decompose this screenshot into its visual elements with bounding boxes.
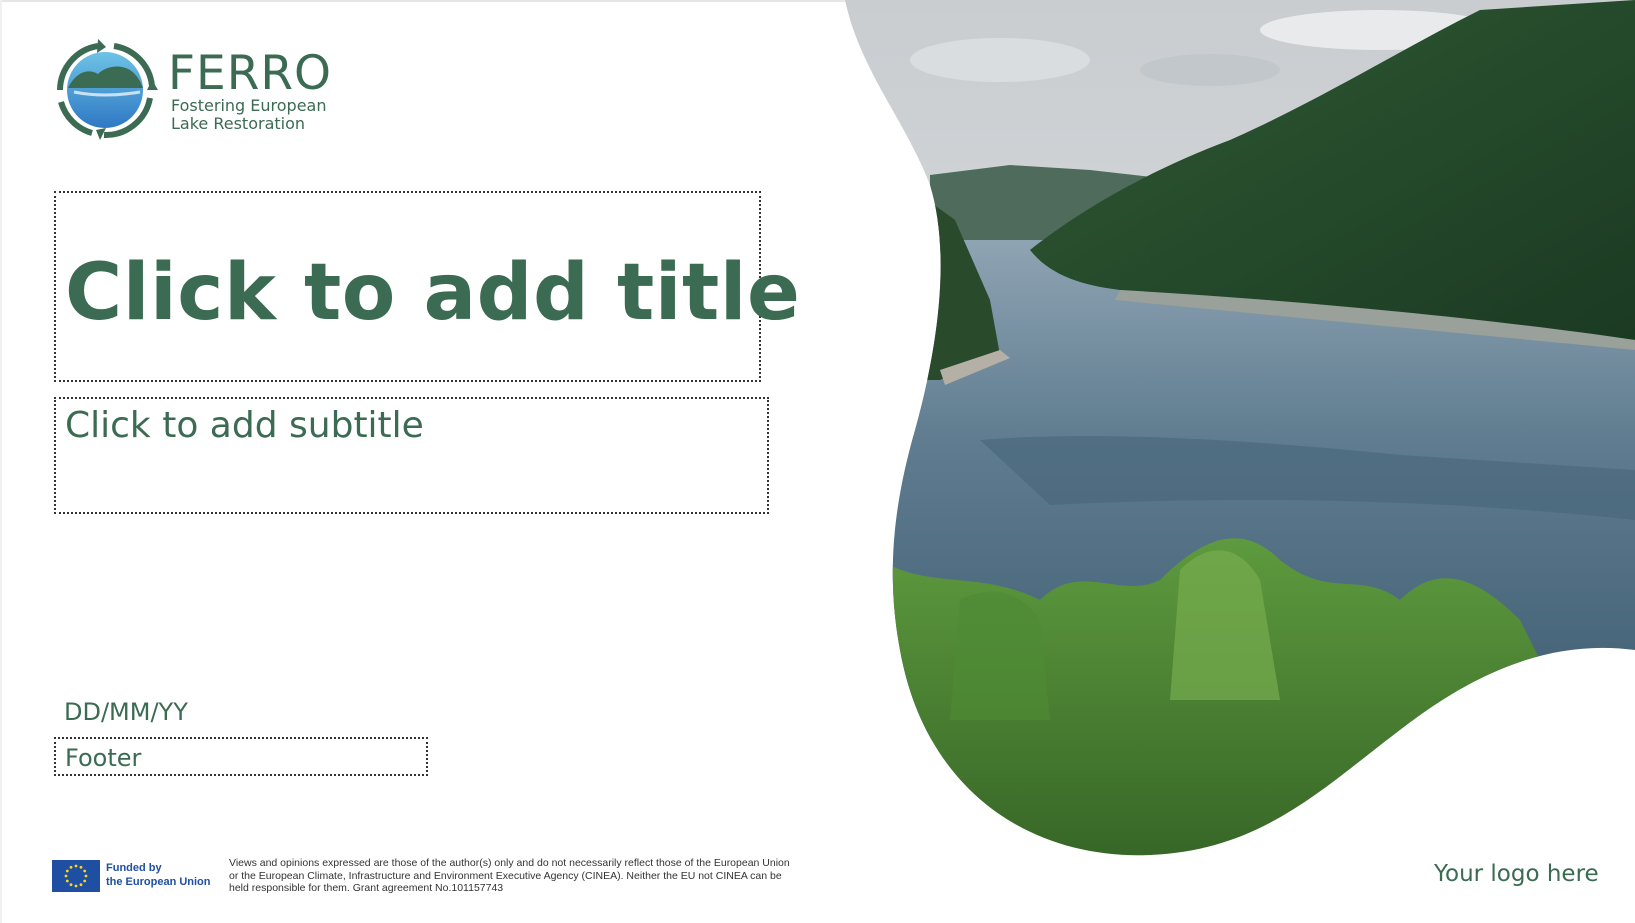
slide: FERRO Fostering European Lake Restoratio… [0, 0, 1635, 923]
eu-disclaimer: Views and opinions expressed are those o… [229, 857, 849, 895]
ferro-emblem-icon [57, 39, 158, 140]
footer-placeholder-text: Footer [65, 744, 142, 772]
logo-placeholder[interactable]: Your logo here [1434, 861, 1599, 887]
subtitle-placeholder-text: Click to add subtitle [65, 405, 424, 446]
footer-placeholder[interactable]: Footer [54, 737, 428, 776]
ferro-logo: FERRO Fostering European Lake Restoratio… [54, 38, 374, 142]
logo-tagline-line2: Lake Restoration [171, 114, 306, 133]
funded-by-label: Funded by [106, 862, 162, 874]
logo-wordmark: FERRO [168, 46, 333, 101]
subtitle-placeholder[interactable]: Click to add subtitle [54, 397, 769, 514]
disclaimer-line-1: Views and opinions expressed are those o… [229, 857, 790, 869]
disclaimer-line-3: held responsible for them. Grant agreeme… [229, 882, 504, 894]
european-union-label: the European Union [106, 876, 211, 888]
title-placeholder[interactable]: Click to add title [54, 191, 800, 382]
date-placeholder[interactable]: DD/MM/YY [64, 698, 188, 726]
logo-tagline-line1: Fostering European [171, 96, 327, 115]
eu-flag-icon [52, 860, 100, 892]
title-placeholder-text: Click to add title [65, 248, 801, 338]
disclaimer-line-2: or the European Climate, Infrastructure … [229, 869, 782, 882]
